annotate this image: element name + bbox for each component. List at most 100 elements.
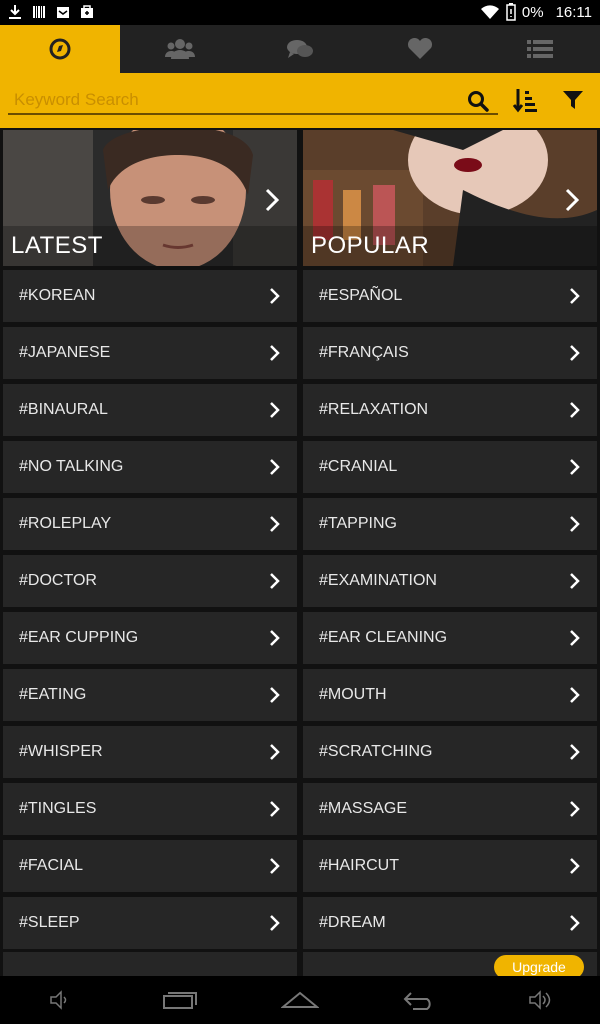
keyword-search-input[interactable] bbox=[8, 87, 498, 115]
tab-discover[interactable] bbox=[0, 25, 120, 73]
system-status: 0% 16:11 bbox=[480, 3, 592, 21]
tag-item[interactable]: #BINAURAL bbox=[3, 384, 297, 436]
battery-level: 0% bbox=[521, 3, 544, 21]
tag-label: #WHISPER bbox=[19, 743, 103, 760]
chevron-right-icon bbox=[565, 188, 579, 212]
tag-item[interactable]: #JAPANESE bbox=[3, 327, 297, 379]
chevron-right-icon bbox=[270, 459, 280, 475]
chevron-right-icon bbox=[270, 858, 280, 874]
tag-label: #JAPANESE bbox=[19, 344, 111, 361]
tag-label: #HAIRCUT bbox=[319, 857, 400, 874]
recent-apps-button[interactable] bbox=[150, 980, 210, 1020]
tab-list[interactable] bbox=[480, 25, 600, 73]
tag-item[interactable]: #FRANÇAIS bbox=[303, 327, 597, 379]
tag-item[interactable]: #CRANIAL bbox=[303, 441, 597, 493]
back-button[interactable] bbox=[390, 980, 450, 1020]
chevron-right-icon bbox=[270, 573, 280, 589]
inbox-icon bbox=[57, 7, 69, 18]
chevron-right-icon bbox=[270, 744, 280, 760]
chevron-right-icon bbox=[570, 288, 580, 304]
tag-item[interactable]: #EAR CUPPING bbox=[3, 612, 297, 664]
tag-label: #EXAMINATION bbox=[319, 572, 437, 589]
search-bar bbox=[0, 73, 600, 128]
compass-icon bbox=[49, 38, 71, 60]
chat-icon bbox=[287, 40, 313, 58]
chevron-right-icon bbox=[270, 801, 280, 817]
tag-item[interactable]: #FACIAL bbox=[3, 840, 297, 892]
tag-label: #EAR CUPPING bbox=[19, 629, 139, 646]
chevron-right-icon bbox=[570, 801, 580, 817]
chevron-right-icon bbox=[270, 915, 280, 931]
tag-label: #MASSAGE bbox=[319, 800, 408, 817]
popular-card[interactable]: POPULAR bbox=[303, 130, 597, 266]
tag-item[interactable]: #DOCTOR bbox=[3, 555, 297, 607]
tag-label: #ESPAÑOL bbox=[319, 287, 403, 304]
tag-item[interactable]: #ROLEPLAY bbox=[3, 498, 297, 550]
tag-item[interactable]: #SCRATCHING bbox=[303, 726, 597, 778]
volume-up-button[interactable] bbox=[510, 980, 570, 1020]
chevron-right-icon bbox=[270, 687, 280, 703]
tag-item-partial[interactable] bbox=[3, 952, 297, 976]
chevron-right-icon bbox=[570, 630, 580, 646]
chevron-right-icon bbox=[270, 630, 280, 646]
heart-icon bbox=[407, 38, 433, 59]
search-icon[interactable] bbox=[466, 89, 490, 113]
tag-label: #FRANÇAIS bbox=[319, 344, 409, 361]
recent-apps-icon bbox=[163, 992, 197, 1009]
sort-icon[interactable] bbox=[512, 87, 538, 113]
tag-item[interactable]: #HAIRCUT bbox=[303, 840, 597, 892]
tab-favorites[interactable] bbox=[360, 25, 480, 73]
tag-label: #DOCTOR bbox=[19, 572, 97, 589]
filter-icon[interactable] bbox=[562, 89, 584, 111]
group-icon bbox=[165, 39, 195, 59]
chevron-right-icon bbox=[570, 402, 580, 418]
chevron-right-icon bbox=[570, 459, 580, 475]
volume-down-button[interactable] bbox=[30, 980, 90, 1020]
chevron-right-icon bbox=[570, 744, 580, 760]
home-button[interactable] bbox=[270, 980, 330, 1020]
tab-chat[interactable] bbox=[240, 25, 360, 73]
tag-label: #DREAM bbox=[319, 914, 386, 931]
notification-icons bbox=[8, 4, 94, 20]
tag-label: #FACIAL bbox=[19, 857, 84, 874]
tag-label: #BINAURAL bbox=[19, 401, 108, 418]
chevron-right-icon bbox=[265, 188, 279, 212]
tag-label: #TAPPING bbox=[319, 515, 397, 532]
download-icon bbox=[9, 5, 21, 19]
tag-label: #TINGLES bbox=[19, 800, 97, 817]
tag-item[interactable]: #WHISPER bbox=[3, 726, 297, 778]
chevron-right-icon bbox=[570, 915, 580, 931]
tab-people[interactable] bbox=[120, 25, 240, 73]
chevron-right-icon bbox=[270, 402, 280, 418]
home-icon bbox=[281, 991, 319, 1008]
back-icon bbox=[403, 992, 431, 1010]
status-bar: 0% 16:11 bbox=[0, 0, 600, 25]
tag-item[interactable]: #NO TALKING bbox=[3, 441, 297, 493]
tag-item[interactable]: #RELAXATION bbox=[303, 384, 597, 436]
latest-card[interactable]: LATEST bbox=[3, 130, 297, 266]
volume-up-icon bbox=[529, 990, 551, 1010]
list-icon bbox=[527, 40, 553, 58]
tag-item[interactable]: #TAPPING bbox=[303, 498, 597, 550]
clock: 16:11 bbox=[555, 3, 592, 21]
chevron-right-icon bbox=[270, 516, 280, 532]
tag-item[interactable]: #ESPAÑOL bbox=[303, 270, 597, 322]
hero-label: POPULAR bbox=[311, 232, 430, 259]
tag-label: #NO TALKING bbox=[19, 458, 124, 475]
tag-item[interactable]: #DREAM bbox=[303, 897, 597, 949]
wifi-icon bbox=[480, 5, 499, 19]
tag-item[interactable]: #SLEEP bbox=[3, 897, 297, 949]
tag-item[interactable]: #EXAMINATION bbox=[303, 555, 597, 607]
tag-item[interactable]: #EATING bbox=[3, 669, 297, 721]
tag-item[interactable]: #MOUTH bbox=[303, 669, 597, 721]
tag-item[interactable]: #EAR CLEANING bbox=[303, 612, 597, 664]
tag-label: #KOREAN bbox=[19, 287, 96, 304]
tag-item[interactable]: #KOREAN bbox=[3, 270, 297, 322]
chevron-right-icon bbox=[570, 516, 580, 532]
chevron-right-icon bbox=[270, 345, 280, 361]
tag-item[interactable]: #MASSAGE bbox=[303, 783, 597, 835]
chevron-right-icon bbox=[270, 288, 280, 304]
tag-item[interactable]: #TINGLES bbox=[3, 783, 297, 835]
chevron-right-icon bbox=[570, 687, 580, 703]
hero-label: LATEST bbox=[11, 232, 103, 259]
